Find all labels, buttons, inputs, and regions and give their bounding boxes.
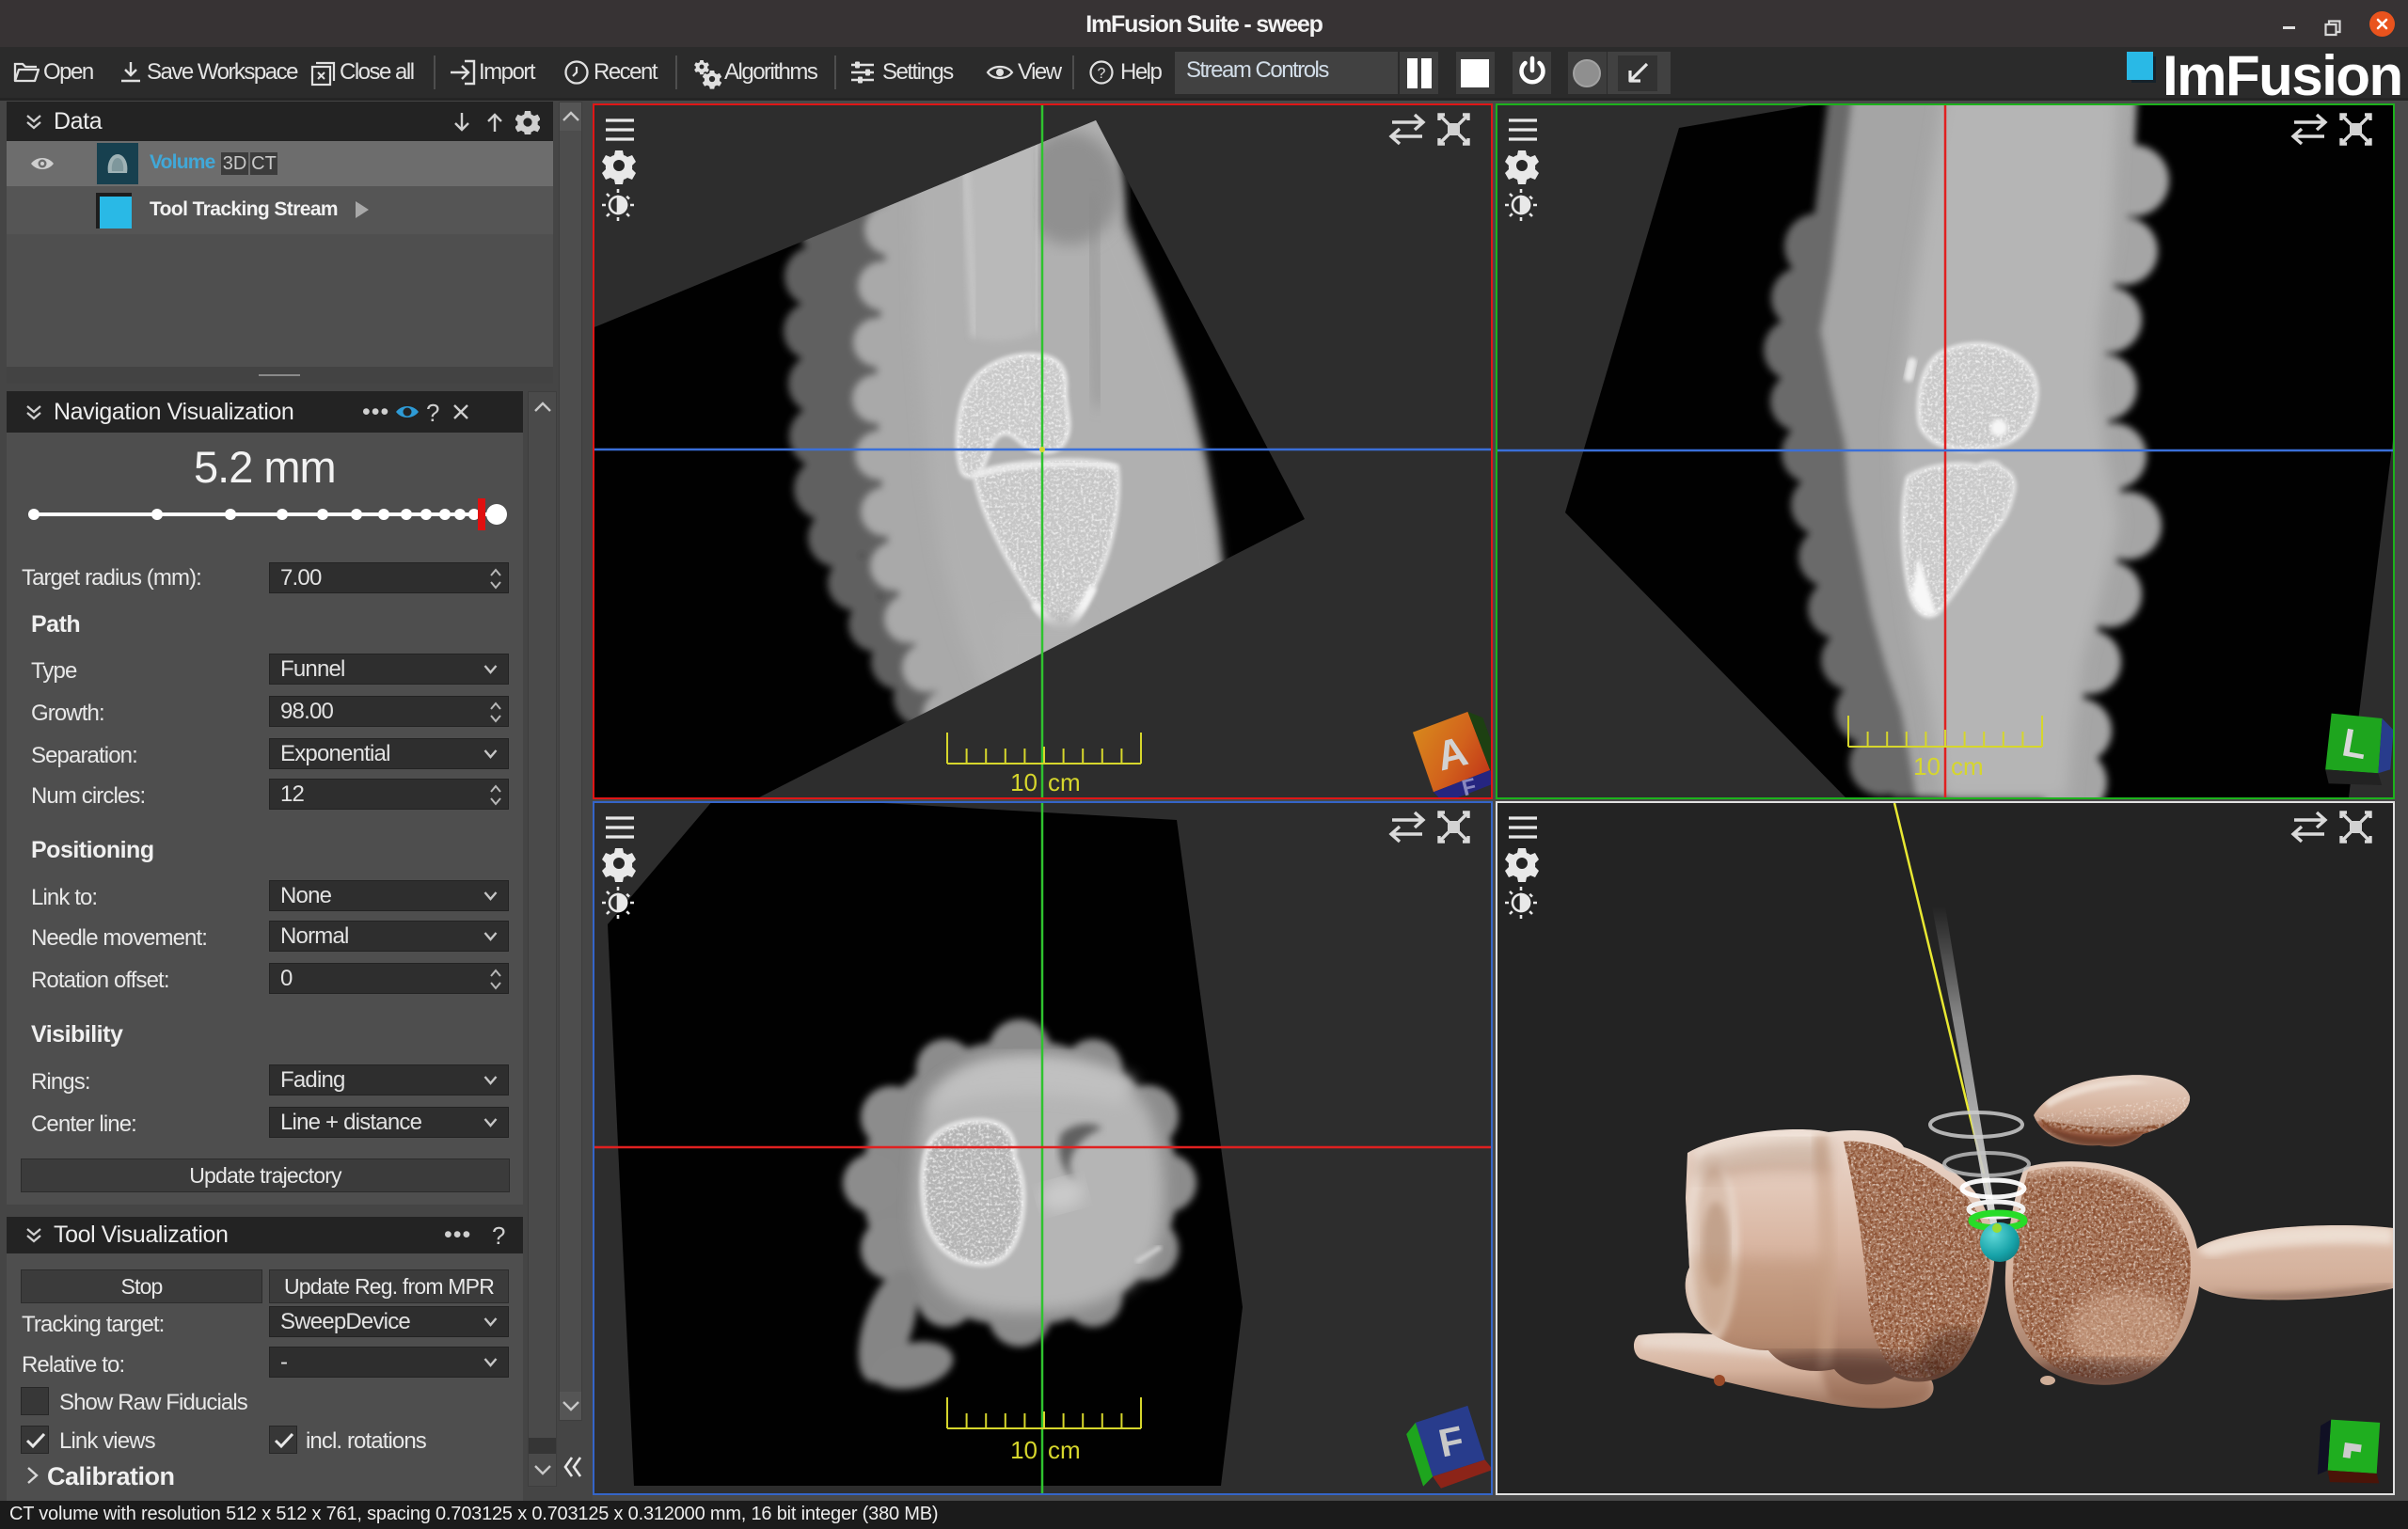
svg-text:10: 10 bbox=[1913, 752, 1941, 780]
svg-text:10: 10 bbox=[1010, 768, 1038, 796]
svg-text:cm: cm bbox=[1048, 768, 1081, 796]
svg-text:10: 10 bbox=[1010, 1436, 1038, 1464]
svg-text:?: ? bbox=[1098, 66, 1106, 82]
svg-text:cm: cm bbox=[1048, 1436, 1081, 1464]
svg-text:cm: cm bbox=[1951, 752, 1984, 780]
